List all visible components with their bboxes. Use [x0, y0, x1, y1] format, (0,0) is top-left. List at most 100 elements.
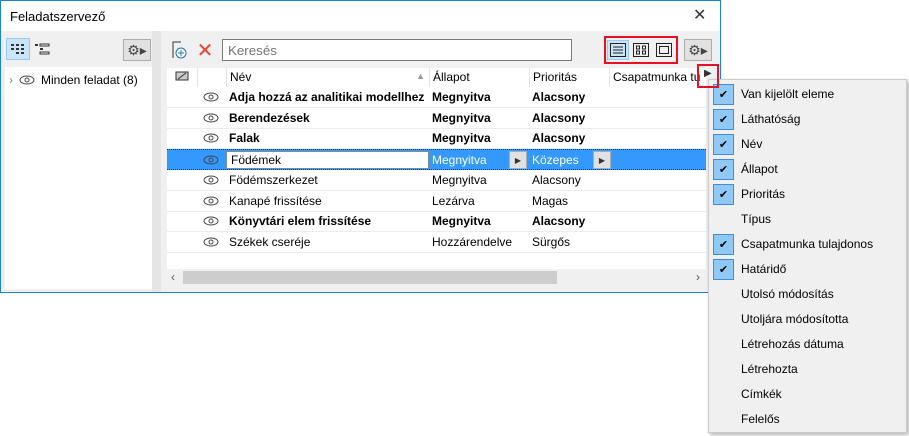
menu-item-label: Utolsó módosítás	[741, 287, 834, 301]
sort-asc-icon: ▲	[416, 71, 425, 81]
menu-item-label: Felelős	[741, 412, 780, 426]
menu-item-label: Van kijelölt eleme	[741, 87, 835, 101]
visibility-toggle[interactable]	[203, 215, 219, 229]
left-settings-button[interactable]: ⚙▸	[123, 39, 151, 61]
task-priority: Magas	[532, 193, 569, 208]
scroll-left-icon[interactable]: ‹	[171, 270, 175, 284]
gear-icon: ⚙▸	[127, 41, 147, 58]
table-row[interactable]: Székek cseréje Hozzárendelve Sürgős	[167, 232, 706, 253]
menu-item-label: Utoljára módosította	[741, 312, 849, 326]
eye-icon[interactable]	[203, 237, 219, 247]
visibility-toggle[interactable]	[203, 174, 219, 188]
selection-column-header[interactable]	[167, 68, 197, 87]
eye-icon[interactable]	[203, 175, 219, 185]
eye-icon[interactable]	[203, 113, 219, 123]
right-settings-button[interactable]: ⚙▸	[684, 39, 712, 61]
table-row[interactable]: Kanapé frissítése Lezárva Magas	[167, 191, 706, 212]
table-row[interactable]: Könyvtári elem frissítése Megnyitva Alac…	[167, 211, 706, 233]
task-name: Székek cseréje	[229, 234, 311, 249]
eye-icon[interactable]	[203, 155, 219, 165]
table-row[interactable]: Födémek Megnyitva Közepes ▶ ▶	[167, 149, 706, 171]
scrollbar-thumb[interactable]	[183, 271, 557, 284]
menu-item[interactable]: Utolsó módosítás	[709, 282, 906, 307]
column-header-team-owner[interactable]: Csapatmunka tu	[609, 68, 706, 87]
new-task-button[interactable]	[167, 39, 191, 61]
visibility-toggle[interactable]	[203, 112, 219, 126]
visibility-column-header[interactable]	[197, 68, 226, 87]
menu-item[interactable]: ✔ Csapatmunka tulajdonos	[709, 232, 906, 257]
menu-item-label: Létrehozás dátuma	[741, 337, 844, 351]
tile-view-button[interactable]	[630, 40, 652, 60]
menu-item-label: Létrehozta	[741, 362, 798, 376]
task-table: Név ▲ Állapot Prioritás Csapatmunka tu Ad…	[167, 68, 706, 284]
menu-item[interactable]: ✔ Határidő	[709, 257, 906, 282]
task-state: Lezárva	[432, 193, 475, 208]
tree-item-all-tasks[interactable]: › Minden feladat (8)	[9, 73, 138, 87]
panel-splitter[interactable]	[152, 31, 161, 292]
horizontal-scrollbar[interactable]: ‹ ›	[167, 269, 706, 286]
task-priority: Alacsony	[532, 131, 586, 146]
eye-icon[interactable]	[19, 75, 35, 85]
list-view-button[interactable]	[607, 40, 630, 60]
scroll-right-icon[interactable]: ›	[696, 270, 700, 284]
eye-icon[interactable]	[203, 133, 219, 143]
state-dropdown-arrow-icon[interactable]: ▶	[509, 151, 527, 170]
menu-item[interactable]: ✔ Prioritás	[709, 182, 906, 207]
menu-item[interactable]: ✔ Állapot	[709, 157, 906, 182]
menu-item[interactable]: Létrehozás dátuma	[709, 332, 906, 357]
visibility-toggle[interactable]	[203, 154, 219, 168]
tree-list-icon	[35, 43, 50, 55]
table-row[interactable]: Födémszerkezet Megnyitva Alacsony	[167, 170, 706, 191]
add-task-icon	[172, 41, 187, 59]
check-icon: ✔	[713, 184, 734, 205]
single-view-button[interactable]	[653, 40, 675, 60]
grid-view-button[interactable]	[6, 38, 30, 60]
view-mode-group	[604, 36, 678, 64]
close-button[interactable]: ✕	[693, 5, 706, 25]
single-pane-icon	[655, 43, 672, 57]
priority-dropdown-arrow-icon[interactable]: ▶	[593, 151, 611, 170]
menu-item-label: Prioritás	[741, 187, 786, 201]
name-edit-field[interactable]: Födémek	[226, 151, 429, 170]
eye-icon[interactable]	[203, 196, 219, 206]
task-state: Hozzárendelve	[432, 234, 513, 249]
column-menu-button[interactable]: ▶	[697, 64, 719, 88]
check-icon: ✔	[713, 259, 734, 280]
visibility-toggle[interactable]	[203, 195, 219, 209]
visibility-toggle[interactable]	[203, 236, 219, 250]
selection-icon	[175, 71, 189, 81]
right-panel: ✕ ⚙▸ Név ▲ Állapot Prioritás Csapatmunka …	[161, 31, 720, 292]
search-input[interactable]	[222, 39, 572, 61]
table-row[interactable]: Falak Megnyitva Alacsony	[167, 128, 706, 150]
delete-button[interactable]: ✕	[193, 39, 217, 62]
menu-item[interactable]: Felelős	[709, 407, 906, 432]
task-tree: › Minden feladat (8)	[5, 67, 152, 289]
visibility-toggle[interactable]	[203, 91, 219, 105]
menu-item-label: Típus	[741, 212, 772, 226]
menu-item[interactable]: Címkék	[709, 382, 906, 407]
table-row[interactable]: Adja hozzá az analitikai modellhez Megny…	[167, 87, 706, 108]
task-priority: Közepes	[532, 153, 579, 168]
chevron-right-icon[interactable]: ›	[9, 73, 13, 87]
task-priority: Sürgős	[532, 234, 571, 249]
eye-icon[interactable]	[203, 216, 219, 226]
eye-icon[interactable]	[203, 92, 219, 102]
menu-item[interactable]: Típus	[709, 207, 906, 232]
visibility-toggle[interactable]	[203, 132, 219, 146]
tiles-icon	[632, 43, 649, 57]
task-priority: Alacsony	[532, 214, 586, 229]
column-header-priority[interactable]: Prioritás	[529, 68, 609, 87]
task-name: Könyvtári elem frissítése	[229, 214, 372, 229]
menu-item[interactable]: ✔ Láthatóság	[709, 107, 906, 132]
menu-item[interactable]: Létrehozta	[709, 357, 906, 382]
window-title: Feladatszervező	[10, 9, 106, 24]
menu-item[interactable]: Utoljára módosította	[709, 307, 906, 332]
task-state: Megnyitva	[432, 214, 491, 229]
table-row[interactable]: Berendezések Megnyitva Alacsony	[167, 108, 706, 129]
menu-item[interactable]: ✔ Van kijelölt eleme	[709, 82, 906, 107]
tree-view-button[interactable]	[30, 38, 54, 60]
column-header-name[interactable]: Név ▲	[226, 68, 429, 87]
check-icon: ✔	[713, 134, 734, 155]
column-header-state[interactable]: Állapot	[429, 68, 529, 87]
menu-item[interactable]: ✔ Név	[709, 132, 906, 157]
